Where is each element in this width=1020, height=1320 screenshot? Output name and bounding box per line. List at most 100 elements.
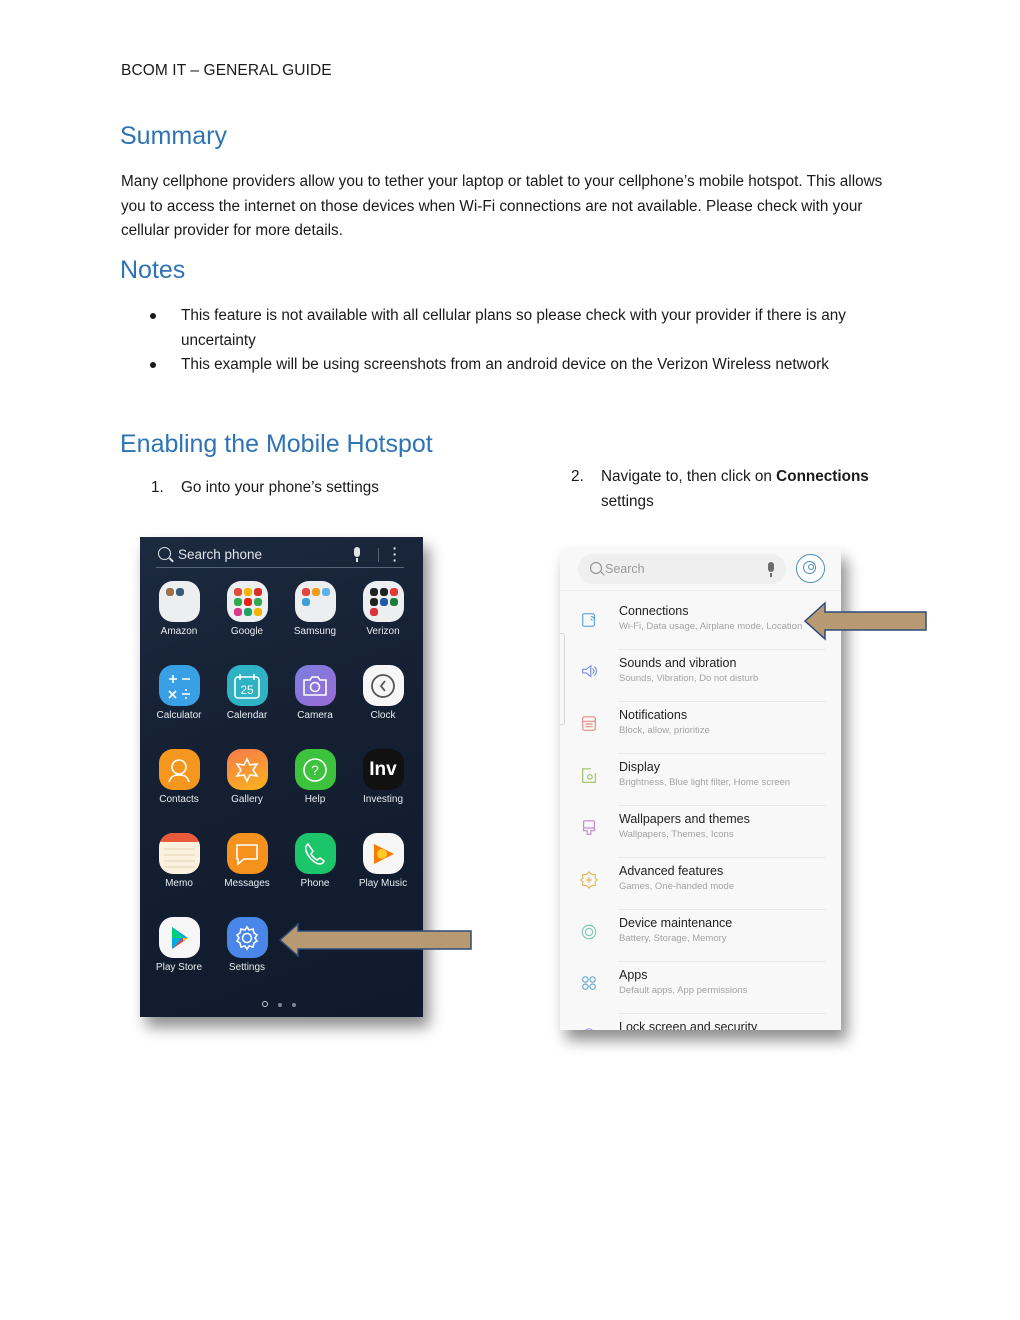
settings-item-advanced-features[interactable]: Advanced features Games, One-handed mode — [560, 859, 841, 911]
advanced-features-icon — [580, 871, 598, 889]
folder-icon — [362, 581, 404, 622]
settings-item-wallpapers-and-themes[interactable]: Wallpapers and themes Wallpapers, Themes,… — [560, 807, 841, 859]
device-maintenance-icon — [581, 924, 597, 940]
settings-item-notifications[interactable]: Notifications Block, allow, prioritize — [560, 703, 841, 755]
folder-app-thumbnail — [243, 588, 252, 596]
folder-app-thumbnail — [301, 588, 310, 596]
app-samsung[interactable]: Samsung — [281, 581, 349, 637]
app-memo[interactable]: Memo — [145, 833, 213, 889]
divider — [378, 548, 379, 562]
app-clock[interactable]: Clock — [349, 665, 417, 721]
page-dot[interactable] — [292, 1003, 296, 1007]
app-play-store[interactable]: Play Store — [145, 917, 213, 973]
notifications-icon — [582, 716, 596, 731]
bullet-icon — [150, 313, 156, 319]
phone-icon — [294, 833, 336, 874]
folder-app-thumbnail — [369, 598, 378, 606]
app-label: Calculator — [156, 710, 202, 721]
folder-app-thumbnail — [369, 588, 378, 596]
settings-icon — [226, 917, 268, 958]
folder-app-thumbnail — [243, 598, 252, 606]
app-investing[interactable]: Inv Investing — [349, 749, 417, 805]
sound-icon — [582, 664, 598, 678]
play-store-icon — [158, 917, 200, 958]
page-dot[interactable] — [278, 1003, 282, 1007]
app-label: Gallery — [231, 794, 263, 805]
divider — [618, 753, 826, 754]
app-camera[interactable]: Camera — [281, 665, 349, 721]
folder-app-thumbnail — [175, 588, 184, 596]
settings-item-device-maintenance[interactable]: Device maintenance Battery, Storage, Memo… — [560, 911, 841, 963]
svg-text:25: 25 — [240, 683, 254, 697]
folder-app-thumbnail — [233, 598, 242, 606]
folder-app-thumbnail — [233, 608, 242, 616]
app-label: Amazon — [160, 626, 198, 637]
search-phone-bar[interactable]: Search phone · · · — [156, 541, 404, 568]
divider — [618, 857, 826, 858]
app-phone[interactable]: Phone — [281, 833, 349, 889]
settings-item-subtitle: Sounds, Vibration, Do not disturb — [619, 673, 759, 684]
settings-item-title: Device maintenance — [619, 916, 733, 930]
settings-search-bar[interactable]: Search — [578, 554, 786, 584]
clock-icon — [362, 665, 404, 706]
folder-app-thumbnail — [379, 588, 388, 596]
more-options-icon[interactable]: · · · — [392, 541, 398, 567]
gallery-icon — [226, 749, 268, 790]
app-label: Settings — [228, 962, 266, 973]
settings-item-display[interactable]: Display Brightness, Blue light filter, Ho… — [560, 755, 841, 807]
settings-screenshot: Search Connections Wi-Fi, Data usage, Air… — [560, 549, 841, 1030]
settings-item-title: Apps — [619, 968, 648, 982]
divider — [618, 1013, 826, 1014]
arrow-to-settings-icon — [278, 922, 472, 958]
help-icon: ? — [294, 749, 336, 790]
step-text-continued: settings — [601, 492, 654, 510]
app-contacts[interactable]: Contacts — [145, 749, 213, 805]
settings-item-subtitle: Wi-Fi, Data usage, Airplane mode, Locati… — [619, 621, 803, 632]
app-google[interactable]: Google — [213, 581, 281, 637]
app-verizon[interactable]: Verizon — [349, 581, 417, 637]
app-calculator[interactable]: Calculator — [145, 665, 213, 721]
microphone-icon[interactable] — [768, 562, 774, 577]
document-page: BCOM IT – GENERAL GUIDE Summary Many cel… — [0, 0, 1020, 1320]
app-label: Calendar — [226, 710, 268, 721]
settings-item-sounds-and-vibration[interactable]: Sounds and vibration Sounds, Vibration, D… — [560, 651, 841, 703]
search-icon — [590, 562, 602, 574]
app-label: Investing — [362, 794, 404, 805]
notes-heading: Notes — [120, 256, 186, 284]
camera-icon — [294, 665, 336, 706]
summary-heading: Summary — [120, 122, 227, 150]
folder-app-thumbnail — [253, 608, 262, 616]
step-number: 2. — [571, 468, 584, 485]
app-label: Contacts — [159, 794, 199, 805]
step-text: Go into your phone’s settings — [181, 479, 379, 496]
folder-app-thumbnail — [165, 588, 174, 596]
app-label: Google — [230, 626, 264, 637]
notes-list-item: This feature is not available with all c… — [148, 304, 888, 353]
search-icon — [158, 547, 171, 560]
folder-app-thumbnail — [369, 608, 378, 616]
settings-item-connections[interactable]: Connections Wi-Fi, Data usage, Airplane m… — [560, 599, 841, 651]
play-music-icon — [362, 833, 404, 874]
app-amazon[interactable]: Amazon — [145, 581, 213, 637]
page-dot-active[interactable] — [262, 1001, 268, 1007]
divider — [618, 701, 826, 702]
app-label: Camera — [297, 710, 333, 721]
lock-icon — [585, 1028, 593, 1030]
investing-icon: Inv — [362, 749, 404, 790]
app-messages[interactable]: Messages — [213, 833, 281, 889]
app-help[interactable]: ? Help — [281, 749, 349, 805]
enabling-heading: Enabling the Mobile Hotspot — [120, 430, 433, 458]
app-label: Play Store — [155, 962, 203, 973]
settings-item-lock-screen-and-security[interactable]: Lock screen and security — [560, 1015, 841, 1030]
profile-icon[interactable] — [796, 554, 825, 583]
app-calendar[interactable]: 25 Calendar — [213, 665, 281, 721]
app-settings[interactable]: Settings — [213, 917, 281, 973]
app-gallery[interactable]: Gallery — [213, 749, 281, 805]
step-bold-text: Connections — [776, 468, 869, 485]
calendar-icon: 25 — [226, 665, 268, 706]
settings-item-apps[interactable]: Apps Default apps, App permissions — [560, 963, 841, 1015]
microphone-icon[interactable] — [354, 547, 360, 562]
app-label: Messages — [224, 878, 270, 889]
divider — [618, 909, 826, 910]
app-play-music[interactable]: Play Music — [349, 833, 417, 889]
